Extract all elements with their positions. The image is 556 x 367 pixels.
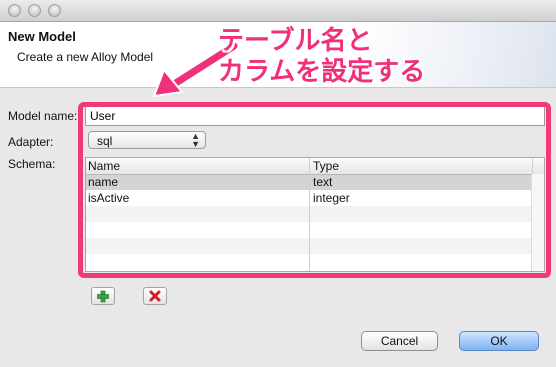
page-subtitle: Create a new Alloy Model [17, 50, 154, 64]
table-header: Name Type [86, 158, 544, 175]
cell-type: integer [313, 191, 350, 205]
column-divider[interactable] [309, 158, 310, 271]
cancel-button[interactable]: Cancel [361, 331, 438, 351]
annotation-line-2: カラムを設定する [218, 57, 426, 87]
zoom-window-icon[interactable] [48, 4, 61, 17]
column-header-type[interactable]: Type [313, 159, 339, 173]
remove-column-button[interactable] [143, 287, 167, 305]
annotation-line-1: テーブル名と [218, 26, 373, 56]
cell-type: text [313, 175, 333, 189]
annotation-callout: テーブル名と カラムを設定する [218, 26, 425, 88]
window-titlebar [0, 0, 556, 22]
close-window-icon[interactable] [8, 4, 21, 17]
schema-table[interactable]: name text isActive integer Name Type [85, 157, 545, 272]
delete-x-icon [149, 290, 161, 302]
plus-icon [97, 290, 109, 303]
table-row-empty [86, 238, 544, 254]
add-column-button[interactable] [91, 287, 115, 305]
adapter-label: Adapter: [8, 135, 54, 149]
model-name-label: Model name: [8, 109, 78, 123]
ok-button[interactable]: OK [459, 331, 539, 351]
table-row[interactable]: name text [86, 174, 544, 190]
adapter-select[interactable]: sql ▲ ▼ [88, 131, 206, 149]
model-name-input[interactable] [85, 106, 545, 126]
table-scrollbar[interactable] [531, 174, 544, 271]
cell-name: isActive [88, 191, 130, 205]
page-title: New Model [8, 29, 76, 44]
cell-name: name [88, 175, 119, 189]
table-row-empty [86, 206, 544, 222]
updown-arrows-icon: ▲ ▼ [191, 131, 200, 149]
table-row[interactable]: isActive integer [86, 190, 544, 206]
minimize-window-icon[interactable] [28, 4, 41, 17]
adapter-select-value: sql [97, 134, 113, 148]
column-header-name[interactable]: Name [88, 159, 120, 173]
schema-label: Schema: [8, 157, 56, 171]
